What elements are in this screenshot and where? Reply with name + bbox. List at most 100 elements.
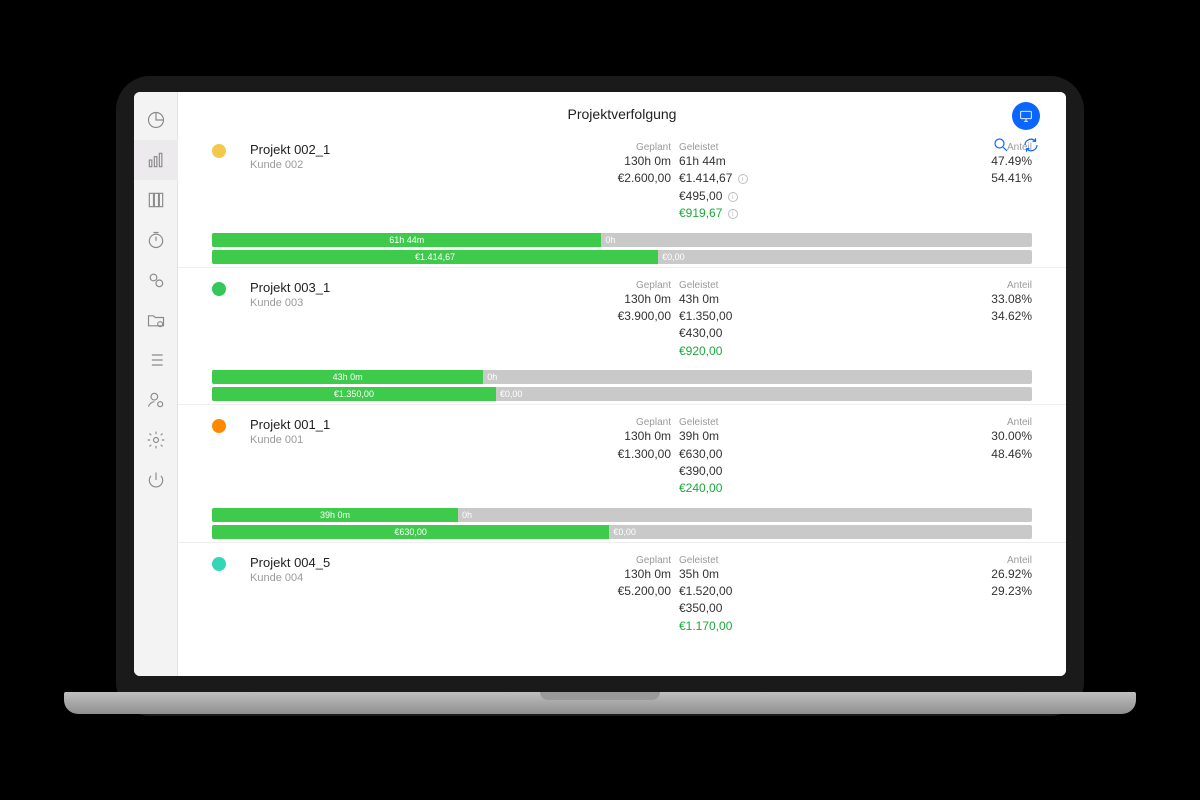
pie-chart-icon — [146, 110, 166, 130]
time-bar-rest: 0h — [458, 508, 472, 522]
cost-bar-rest: €0,00 — [658, 250, 685, 264]
display-mode-button[interactable] — [1012, 102, 1040, 130]
status-dot — [212, 144, 226, 158]
share-cost: 34.62% — [892, 308, 1032, 325]
done-cost: €1.520,00 — [679, 583, 892, 600]
col-done-head: Geleistet — [679, 417, 892, 428]
timer-icon — [146, 230, 166, 250]
col-share-head: Anteil — [892, 280, 1032, 291]
time-bar-rest: 0h — [483, 370, 497, 384]
search-button[interactable] — [992, 136, 1010, 159]
laptop-frame: Projektverfolgung — [116, 76, 1084, 716]
planned-cost: €1.300,00 — [450, 446, 671, 463]
stage: Projektverfolgung — [0, 0, 1200, 800]
done-time: 39h 0m — [679, 428, 892, 445]
share-cost: 29.23% — [892, 583, 1032, 600]
status-dot — [212, 419, 226, 433]
refresh-icon — [1022, 136, 1040, 154]
user-settings-icon — [146, 390, 166, 410]
cost-bar-fill: €1.350,00 — [212, 387, 496, 401]
planned-time: 130h 0m — [450, 566, 671, 583]
sidebar-item-pie-chart[interactable] — [134, 100, 178, 140]
planned-time: 130h 0m — [450, 291, 671, 308]
time-bar-fill: 61h 44m — [212, 233, 601, 247]
project-row[interactable]: Projekt 002_1 Kunde 002 Geplant 130h 0m … — [178, 130, 1066, 264]
share-time: 26.92% — [892, 566, 1032, 583]
sidebar — [134, 92, 178, 676]
info-icon[interactable]: i — [738, 174, 748, 184]
sidebar-item-list[interactable] — [134, 340, 178, 380]
gears-icon — [146, 270, 166, 290]
planned-time: 130h 0m — [450, 153, 671, 170]
cost-bar-fill: €630,00 — [212, 525, 609, 539]
cost-bar-fill: €1.414,67 — [212, 250, 658, 264]
refresh-button[interactable] — [1022, 136, 1040, 159]
sidebar-item-archive[interactable] — [134, 180, 178, 220]
sidebar-item-settings[interactable] — [134, 420, 178, 460]
customer-name: Kunde 004 — [250, 572, 450, 584]
col-done-head: Geleistet — [679, 142, 892, 153]
cost-bar: €1.350,00 €0,00 — [212, 387, 1032, 401]
progress-bars: 39h 0m 0h €630,00 €0,00 — [212, 508, 1032, 539]
status-dot — [212, 557, 226, 571]
share-cost: 48.46% — [892, 446, 1032, 463]
sidebar-item-timer[interactable] — [134, 220, 178, 260]
project-row[interactable]: Projekt 003_1 Kunde 003 Geplant 130h 0m … — [178, 267, 1066, 402]
sidebar-item-power[interactable] — [134, 460, 178, 500]
laptop-base — [64, 692, 1136, 714]
remaining: €240,00 — [679, 480, 892, 497]
remaining: €919,67 i — [679, 205, 892, 222]
billed: €350,00 — [679, 600, 892, 617]
main-content: Projektverfolgung — [178, 92, 1066, 676]
billed: €495,00 i — [679, 188, 892, 205]
info-icon[interactable]: i — [728, 192, 738, 202]
project-row[interactable]: Projekt 004_5 Kunde 004 Geplant 130h 0m … — [178, 542, 1066, 636]
col-done-head: Geleistet — [679, 555, 892, 566]
gear-icon — [146, 430, 166, 450]
info-icon[interactable]: i — [728, 209, 738, 219]
planned-cost: €3.900,00 — [450, 308, 671, 325]
col-planned-head: Geplant — [450, 417, 671, 428]
page-title: Projektverfolgung — [568, 106, 677, 122]
power-icon — [146, 470, 166, 490]
bar-chart-icon — [146, 150, 166, 170]
header: Projektverfolgung — [178, 92, 1066, 130]
billed: €430,00 — [679, 325, 892, 342]
planned-time: 130h 0m — [450, 428, 671, 445]
project-name: Projekt 001_1 — [250, 417, 450, 432]
done-time: 43h 0m — [679, 291, 892, 308]
done-time: 61h 44m — [679, 153, 892, 170]
header-tools — [992, 102, 1040, 159]
project-name: Projekt 003_1 — [250, 280, 450, 295]
status-dot — [212, 282, 226, 296]
customer-name: Kunde 001 — [250, 434, 450, 446]
billed: €390,00 — [679, 463, 892, 480]
time-bar-fill: 43h 0m — [212, 370, 483, 384]
share-time: 30.00% — [892, 428, 1032, 445]
done-time: 35h 0m — [679, 566, 892, 583]
share-time: 33.08% — [892, 291, 1032, 308]
done-cost: €1.414,67 i — [679, 170, 892, 187]
sidebar-item-user-settings[interactable] — [134, 380, 178, 420]
remaining: €1.170,00 — [679, 618, 892, 635]
customer-name: Kunde 003 — [250, 297, 450, 309]
time-bar: 39h 0m 0h — [212, 508, 1032, 522]
time-bar: 61h 44m 0h — [212, 233, 1032, 247]
project-name: Projekt 004_5 — [250, 555, 450, 570]
project-row[interactable]: Projekt 001_1 Kunde 001 Geplant 130h 0m … — [178, 404, 1066, 539]
sidebar-item-bar-chart[interactable] — [134, 140, 178, 180]
col-done-head: Geleistet — [679, 280, 892, 291]
col-planned-head: Geplant — [450, 555, 671, 566]
col-share-head: Anteil — [892, 417, 1032, 428]
done-cost: €1.350,00 — [679, 308, 892, 325]
search-icon — [992, 136, 1010, 154]
project-name: Projekt 002_1 — [250, 142, 450, 157]
planned-cost: €2.600,00 — [450, 170, 671, 187]
cost-bar: €1.414,67 €0,00 — [212, 250, 1032, 264]
time-bar-rest: 0h — [601, 233, 615, 247]
remaining: €920,00 — [679, 343, 892, 360]
sidebar-item-folder-settings[interactable] — [134, 300, 178, 340]
time-bar-fill: 39h 0m — [212, 508, 458, 522]
sidebar-item-gears[interactable] — [134, 260, 178, 300]
progress-bars: 43h 0m 0h €1.350,00 €0,00 — [212, 370, 1032, 401]
